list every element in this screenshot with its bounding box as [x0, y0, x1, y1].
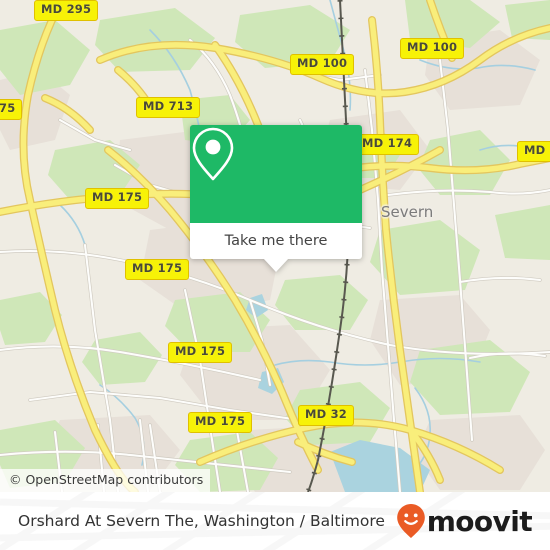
callout-pointer — [263, 258, 289, 272]
page-title: Orshard At Severn The, Washington / Balt… — [18, 512, 385, 530]
moovit-wordmark: moovit — [426, 504, 533, 538]
road-shield: MD 295 — [34, 0, 99, 21]
road-shield: MD 175 — [168, 342, 233, 363]
osm-attribution[interactable]: © OpenStreetMap contributors — [0, 468, 211, 492]
place-label-severn: Severn — [381, 203, 434, 221]
map-canvas[interactable]: MD 295 MD 100 MD 100 MD 713 MD 174 MD 17… — [0, 0, 550, 492]
moovit-brand[interactable]: moovit — [396, 503, 533, 539]
road-shield: MD 175 — [85, 188, 150, 209]
take-me-there-label: Take me there — [224, 232, 328, 249]
road-shield: MD 713 — [136, 97, 201, 118]
footer-bar: Orshard At Severn The, Washington / Balt… — [0, 492, 550, 550]
road-shield: MD 100 — [400, 38, 465, 59]
moovit-smiley-pin-icon — [396, 504, 425, 538]
road-shield: MD 174 — [355, 134, 420, 155]
road-shield: MD 175 — [125, 259, 190, 280]
callout-action-panel[interactable]: Take me there — [190, 223, 362, 272]
road-shield: MD 17 — [517, 141, 550, 162]
road-shield: 75 — [0, 99, 23, 120]
callout-pin-panel — [190, 125, 362, 223]
road-shield: MD 100 — [290, 54, 355, 75]
road-shield: MD 32 — [298, 405, 354, 426]
road-shield: MD 175 — [188, 412, 253, 433]
map-screenshot: MD 295 MD 100 MD 100 MD 713 MD 174 MD 17… — [0, 0, 550, 550]
location-callout[interactable]: Take me there — [190, 125, 362, 272]
map-pin-icon — [192, 127, 234, 181]
